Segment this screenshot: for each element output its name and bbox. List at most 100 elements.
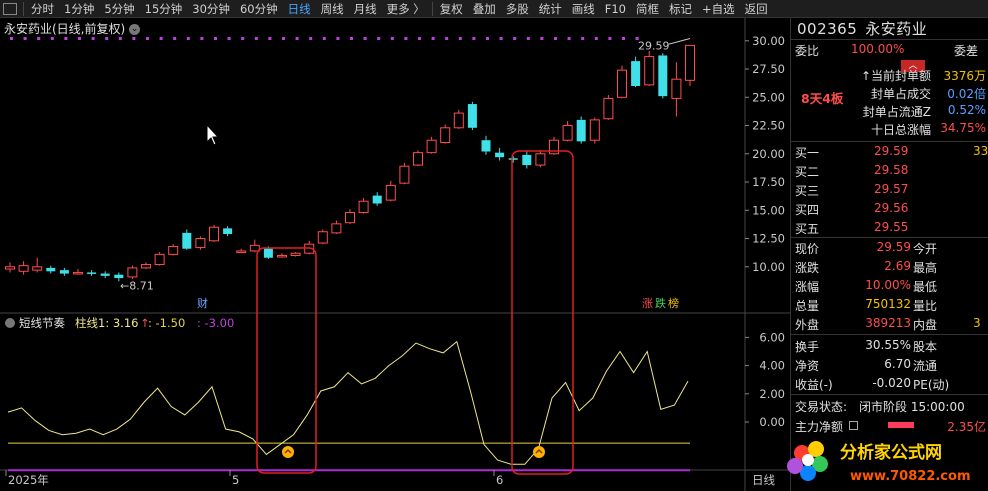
bid-label: 买一 <box>795 146 820 160</box>
top-toolbar: 分时 1分钟 5分钟 15分钟 30分钟 60分钟 日线 周线 月线 更多 〉 … <box>0 0 988 18</box>
candle-body <box>236 250 247 253</box>
candle-body <box>617 69 627 98</box>
quote-label-2: 最高 <box>913 261 938 275</box>
bid-label: 买四 <box>795 203 820 217</box>
candle-body <box>467 104 477 128</box>
draw-line-button[interactable]: 画线 <box>567 0 600 18</box>
seal-info-value: 0.02倍 <box>947 87 986 101</box>
candle-body <box>331 223 342 234</box>
x-axis-label: 2025年 <box>8 473 49 487</box>
tab-60min[interactable]: 60分钟 <box>235 0 283 18</box>
candle-body <box>223 228 233 235</box>
stat-label: 净资 <box>795 359 820 373</box>
kline-chart[interactable]: 短线节奏 柱线1: 3.16 ↑: -1.50: -3.00 30.0027.502… <box>0 18 790 491</box>
bid-price: 29.56 <box>874 201 909 215</box>
candle-body <box>399 165 410 184</box>
signal-dot <box>118 37 122 40</box>
signal-dot <box>23 37 27 40</box>
multi-stock-button[interactable]: 多股 <box>501 0 534 18</box>
signal-dot <box>146 37 149 40</box>
signal-dot <box>91 37 95 40</box>
candle-body <box>562 125 573 141</box>
candle-body <box>141 264 151 269</box>
indicator-collapse-icon <box>5 318 15 328</box>
quote-label-2: 量比 <box>913 299 938 313</box>
quote-label-2: 今开 <box>913 242 938 256</box>
candle-body <box>413 152 423 166</box>
stat-value: 6.70 <box>884 357 911 371</box>
chart-area[interactable]: 永安药业(日线,前复权) ⌄ 短线节奏 柱线1: 3.16 ↑: -1.50: -3.… <box>0 18 790 491</box>
quote-label: 现价 <box>795 242 820 256</box>
tab-fenshi[interactable]: 分时 <box>26 0 59 18</box>
back-button[interactable]: 返回 <box>740 0 773 18</box>
quote-value: 750132 <box>865 297 911 311</box>
candle-body <box>508 158 518 160</box>
signal-dot <box>363 37 367 40</box>
lhb-mark-die: 跌 <box>655 296 666 310</box>
bid-price: 29.55 <box>874 220 909 234</box>
indicator-value-3: : -3.00 <box>197 316 234 330</box>
layout-icon[interactable] <box>3 2 17 15</box>
simple-frame-button[interactable]: 简框 <box>631 0 664 18</box>
signal-dot <box>567 37 571 40</box>
quote-value: 29.59 <box>876 240 911 254</box>
candle-body <box>440 127 451 143</box>
stat-label-2: 股本 <box>913 340 938 354</box>
signal-dot <box>78 37 81 40</box>
signal-dot <box>173 37 177 40</box>
candle-body <box>481 140 491 152</box>
finance-mark: 财 <box>197 296 208 310</box>
candle-body <box>59 270 69 274</box>
tab-15min[interactable]: 15分钟 <box>140 0 188 18</box>
stat-label-2: 流通 <box>913 359 938 373</box>
candle-body <box>290 252 301 256</box>
tab-monthly[interactable]: 月线 <box>349 0 382 18</box>
buy-signal-icon <box>533 446 545 458</box>
tab-1min[interactable]: 1分钟 <box>59 0 99 18</box>
signal-dot <box>132 37 136 40</box>
quote-label-2: 最低 <box>913 280 938 294</box>
candle-body <box>644 56 655 86</box>
candle-body <box>154 253 165 266</box>
signal-dot <box>200 37 204 40</box>
divider <box>431 1 433 16</box>
signal-dot <box>622 37 625 40</box>
tab-5min[interactable]: 5分钟 <box>99 0 139 18</box>
candle-body <box>603 97 614 120</box>
x-axis-label: 6 <box>496 473 503 487</box>
add-watchlist-button[interactable]: +自选 <box>697 0 740 18</box>
weibi-label: 委比 <box>795 44 820 58</box>
signal-dot <box>241 37 245 40</box>
signal-dot <box>594 37 598 40</box>
signal-dot <box>309 37 313 40</box>
stat-label: 换手 <box>795 340 820 354</box>
fuquan-button[interactable]: 复权 <box>435 0 468 18</box>
seal-info-label: 封单占成交 <box>870 87 931 101</box>
tab-weekly[interactable]: 周线 <box>316 0 349 18</box>
candle-body <box>182 232 192 249</box>
logo-url: www.70822.com <box>850 469 971 484</box>
f10-button[interactable]: F10 <box>600 0 631 18</box>
logo-text: 分析家公式网 <box>840 442 942 463</box>
signal-dot <box>390 37 394 40</box>
quote-label: 涨跌 <box>795 261 820 275</box>
tab-30min[interactable]: 30分钟 <box>187 0 235 18</box>
signal-dot <box>350 37 353 40</box>
candle-body <box>127 267 138 278</box>
mark-button[interactable]: 标记 <box>664 0 697 18</box>
menu-icon[interactable] <box>849 421 858 430</box>
quote-label-2: 内盘 <box>913 318 938 332</box>
seal-info-value: 0.52% <box>947 103 986 117</box>
stats-button[interactable]: 统计 <box>534 0 567 18</box>
y-tick-label: 30.00 <box>752 34 785 48</box>
more-menu[interactable]: 更多 〉 <box>382 0 430 18</box>
signal-dot <box>268 37 272 40</box>
tab-daily[interactable]: 日线 <box>283 0 316 18</box>
overlay-button[interactable]: 叠加 <box>468 0 501 18</box>
signal-dot <box>227 37 231 40</box>
weibi-value: 100.00% <box>851 42 905 56</box>
candle-body <box>385 184 396 201</box>
candle-body <box>495 152 505 158</box>
seal-info-label: 十日总涨幅 <box>870 123 931 137</box>
divider <box>23 1 24 16</box>
